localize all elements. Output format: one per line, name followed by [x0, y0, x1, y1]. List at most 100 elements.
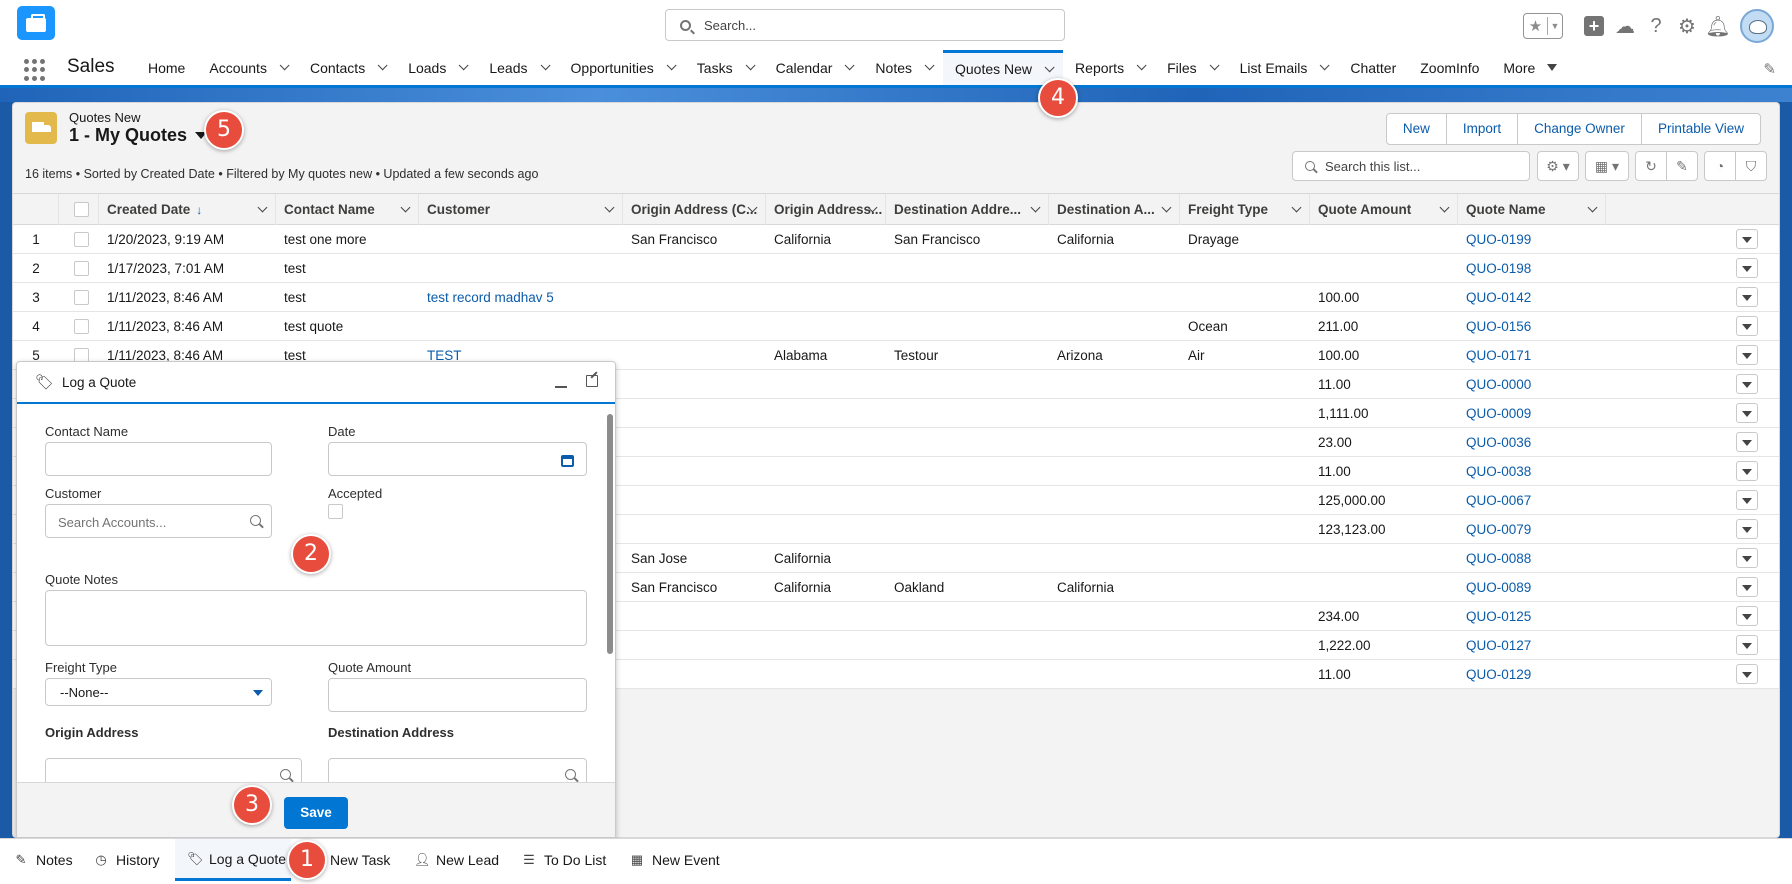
composer-scrollbar[interactable] — [607, 414, 613, 654]
inline-edit-pencil-icon[interactable]: ✎ — [1666, 151, 1698, 181]
nav-tab-chatter[interactable]: Chatter — [1338, 50, 1408, 85]
chevron-down-icon[interactable] — [377, 60, 388, 71]
column-header-quote-name[interactable]: Quote Name — [1458, 194, 1606, 225]
freight-type-select[interactable]: --None-- — [45, 678, 272, 706]
new-button[interactable]: New — [1387, 114, 1447, 144]
column-menu-chevron-icon[interactable] — [1161, 202, 1172, 213]
chevron-down-icon[interactable] — [459, 60, 469, 71]
cell-quote-link[interactable]: QUO-0038 — [1466, 464, 1531, 479]
row-actions-menu-button[interactable] — [1736, 316, 1758, 336]
change-owner-button[interactable]: Change Owner — [1518, 114, 1642, 144]
row-actions-menu-button[interactable] — [1736, 287, 1758, 307]
nav-tab-contacts[interactable]: Contacts — [298, 50, 396, 85]
row-actions-menu-button[interactable] — [1736, 258, 1758, 278]
utility-item-history[interactable]: ◷ History — [94, 839, 159, 881]
list-view-picker[interactable]: 1 - My Quotes — [69, 125, 208, 146]
row-actions-menu-button[interactable] — [1736, 577, 1758, 597]
chevron-down-icon[interactable] — [540, 60, 551, 71]
nav-tab-home[interactable]: Home — [136, 50, 197, 85]
column-header-freight-type[interactable]: Freight Type — [1180, 194, 1310, 225]
refresh-icon[interactable]: ↻ — [1635, 151, 1667, 181]
cell-quote-link[interactable]: QUO-0000 — [1466, 377, 1531, 392]
origin-address-lookup[interactable] — [45, 758, 302, 782]
cell-quote-link[interactable]: QUO-0009 — [1466, 406, 1531, 421]
row-actions-menu-button[interactable] — [1736, 490, 1758, 510]
row-checkbox[interactable] — [74, 318, 89, 334]
column-menu-chevron-icon[interactable] — [257, 202, 268, 213]
select-all-checkbox-header[interactable] — [59, 194, 99, 225]
cell-quote-link[interactable]: QUO-0171 — [1466, 348, 1531, 363]
row-actions-menu-button[interactable] — [1736, 519, 1758, 539]
nav-tab-tasks[interactable]: Tasks — [685, 50, 764, 85]
row-actions-menu-button[interactable] — [1736, 403, 1758, 423]
chevron-down-icon[interactable] — [1209, 60, 1220, 71]
utility-item-log-a-quote[interactable]: 🏷︎ Log a Quote — [175, 839, 291, 881]
row-actions-menu-button[interactable] — [1736, 664, 1758, 684]
nav-tab-more[interactable]: More — [1491, 50, 1569, 85]
accepted-checkbox[interactable] — [328, 504, 343, 519]
cell-quote-link[interactable]: QUO-0199 — [1466, 232, 1531, 247]
chevron-down-icon[interactable] — [1547, 64, 1558, 71]
nav-tab-accounts[interactable]: Accounts — [197, 50, 298, 85]
column-menu-chevron-icon[interactable] — [400, 202, 411, 213]
chevron-down-icon[interactable] — [666, 60, 677, 71]
row-checkbox[interactable] — [74, 260, 89, 276]
date-field[interactable] — [328, 442, 587, 476]
chevron-down-icon[interactable] — [924, 60, 935, 71]
row-checkbox[interactable] — [74, 289, 89, 305]
column-header-quote-amount[interactable]: Quote Amount — [1310, 194, 1458, 225]
row-actions-menu-button[interactable] — [1736, 374, 1758, 394]
nav-tab-zoominfo[interactable]: ZoomInfo — [1408, 50, 1491, 85]
column-header-destination-addre[interactable]: Destination Addre... — [886, 194, 1049, 225]
cell-quote-link[interactable]: QUO-0067 — [1466, 493, 1531, 508]
chevron-down-icon[interactable] — [1319, 60, 1330, 71]
setup-gear-icon[interactable]: ⚙ — [1673, 12, 1701, 40]
utility-item-new-event[interactable]: ▦ New Event — [630, 839, 720, 881]
row-checkbox[interactable] — [74, 231, 89, 247]
edit-nav-pencil-icon[interactable]: ✎ — [1763, 60, 1776, 78]
cell-quote-link[interactable]: QUO-0129 — [1466, 667, 1531, 682]
column-header-destination-a[interactable]: Destination A... — [1049, 194, 1180, 225]
select-all-checkbox[interactable] — [74, 202, 89, 217]
quote-notes-textarea[interactable] — [45, 590, 587, 646]
contact-name-field[interactable] — [45, 442, 272, 476]
display-as-table-icon[interactable]: ▦ ▾ — [1585, 151, 1629, 181]
cell-quote-link[interactable]: QUO-0198 — [1466, 261, 1531, 276]
column-menu-chevron-icon[interactable] — [1030, 202, 1041, 213]
help-icon[interactable]: ? — [1642, 12, 1670, 40]
nav-tab-files[interactable]: Files — [1155, 50, 1228, 85]
destination-address-lookup[interactable] — [328, 758, 587, 782]
chevron-down-icon[interactable] — [1136, 60, 1147, 71]
printable-view-button[interactable]: Printable View — [1642, 114, 1760, 144]
cell-quote-link[interactable]: QUO-0036 — [1466, 435, 1531, 450]
cell-quote-link[interactable]: QUO-0079 — [1466, 522, 1531, 537]
save-button[interactable]: Save — [284, 797, 348, 829]
row-actions-menu-button[interactable] — [1736, 345, 1758, 365]
column-header-origin-address-c[interactable]: Origin Address (C... — [623, 194, 766, 225]
chevron-down-icon[interactable] — [845, 60, 855, 71]
nav-tab-quotes-new[interactable]: Quotes New — [943, 50, 1064, 85]
utility-item-to-do-list[interactable]: ☰ To Do List — [522, 839, 606, 881]
trailhead-icon[interactable]: ☁ — [1611, 12, 1639, 40]
row-actions-menu-button[interactable] — [1736, 606, 1758, 626]
row-actions-menu-button[interactable] — [1736, 548, 1758, 568]
utility-item-new-task[interactable]: New Task — [330, 839, 390, 881]
cell-quote-link[interactable]: QUO-0142 — [1466, 290, 1531, 305]
quote-amount-field[interactable] — [328, 678, 587, 712]
import-button[interactable]: Import — [1447, 114, 1519, 144]
minimize-icon[interactable] — [555, 386, 567, 388]
column-header-created-date[interactable]: Created Date ↓ — [99, 194, 276, 225]
cell-quote-link[interactable]: QUO-0125 — [1466, 609, 1531, 624]
row-actions-menu-button[interactable] — [1736, 229, 1758, 249]
cell-quote-link[interactable]: QUO-0127 — [1466, 638, 1531, 653]
column-menu-chevron-icon[interactable] — [1439, 202, 1450, 213]
column-menu-chevron-icon[interactable] — [1291, 202, 1302, 213]
nav-tab-calendar[interactable]: Calendar — [764, 50, 864, 85]
global-search-input[interactable]: Search... — [665, 9, 1065, 41]
app-launcher-waffle-icon[interactable] — [24, 59, 46, 81]
global-actions-add-icon[interactable]: + — [1580, 12, 1608, 40]
filter-funnel-icon[interactable]: ⛉ — [1735, 151, 1767, 181]
row-actions-menu-button[interactable] — [1736, 432, 1758, 452]
cell-quote-link[interactable]: QUO-0089 — [1466, 580, 1531, 595]
calendar-icon[interactable] — [561, 455, 574, 467]
